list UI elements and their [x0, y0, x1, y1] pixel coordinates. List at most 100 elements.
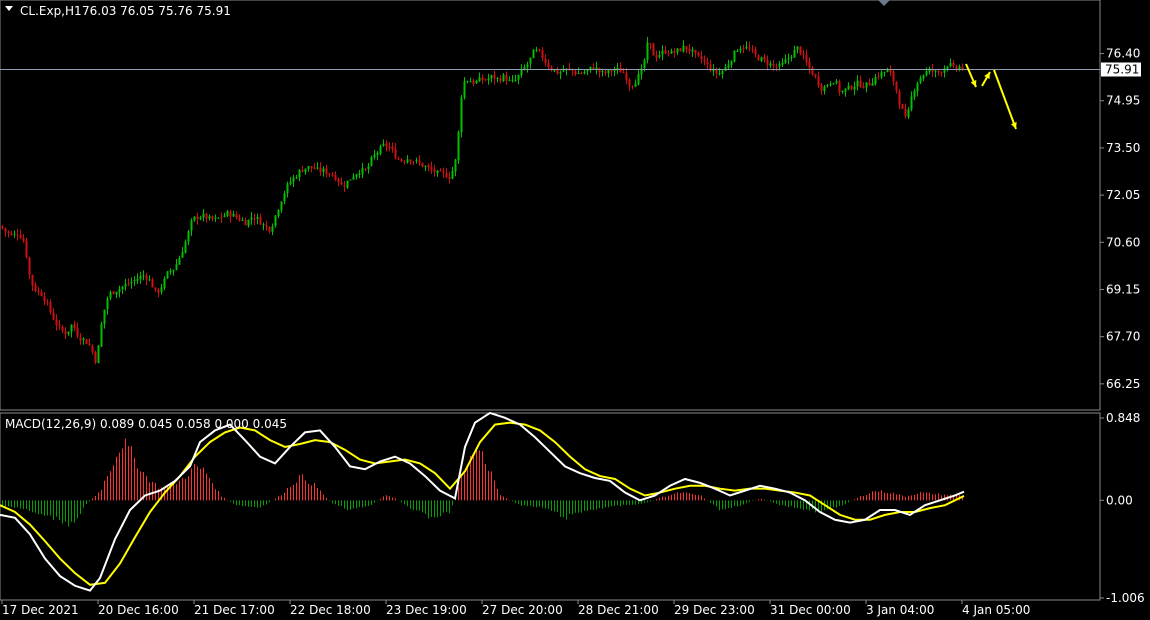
- chart-background: [0, 0, 1150, 620]
- candle-body: [157, 289, 160, 293]
- candle-body: [826, 84, 829, 86]
- candle-body: [142, 275, 145, 277]
- candle-body: [274, 215, 277, 226]
- candle-body: [796, 46, 799, 50]
- candle-body: [427, 165, 430, 168]
- candle-body: [496, 78, 499, 80]
- candle-body: [760, 57, 763, 61]
- candle-body: [478, 77, 481, 82]
- candle-body: [316, 167, 319, 169]
- symbol-label: CL.Exp,H1: [20, 4, 82, 18]
- candle-body: [715, 69, 718, 74]
- candle-body: [883, 72, 886, 74]
- candle-body: [340, 182, 343, 185]
- candle-body: [751, 49, 754, 51]
- candle-body: [790, 57, 793, 59]
- candle-body: [544, 58, 547, 63]
- candle-body: [322, 168, 325, 173]
- candle-body: [913, 90, 916, 98]
- candle-body: [385, 143, 388, 147]
- candle-body: [700, 55, 703, 60]
- candle-body: [490, 75, 493, 79]
- candle-body: [574, 71, 577, 75]
- candle-body: [169, 270, 172, 272]
- time-tick-label: 31 Dec 00:00: [770, 603, 851, 617]
- candle-body: [109, 292, 112, 299]
- candle-body: [622, 71, 625, 73]
- candle-body: [658, 54, 661, 58]
- candle-body: [349, 179, 352, 181]
- candle-body: [352, 176, 355, 180]
- candle-body: [73, 324, 76, 329]
- candle-body: [67, 331, 70, 334]
- candle-body: [484, 79, 487, 81]
- candle-body: [865, 82, 868, 88]
- candle-body: [757, 55, 760, 61]
- candle-body: [646, 42, 649, 60]
- candle-body: [463, 81, 466, 98]
- candle-body: [628, 79, 631, 86]
- candle-body: [304, 168, 307, 173]
- candle-body: [661, 50, 664, 55]
- candle-body: [577, 73, 580, 75]
- candle-body: [442, 171, 445, 173]
- candle-body: [553, 70, 556, 72]
- candle-body: [205, 213, 208, 219]
- candle-body: [91, 345, 94, 352]
- candle-body: [529, 57, 532, 64]
- macd-title: MACD(12,26,9) 0.089 0.045 0.058 0.000 0.…: [5, 417, 287, 431]
- candle-body: [487, 78, 490, 81]
- time-tick-label: 20 Dec 16:00: [98, 603, 179, 617]
- candle-body: [277, 210, 280, 217]
- price-tick-label: 67.70: [1106, 330, 1140, 344]
- trading-chart[interactable]: 76.40 74.95 73.50 72.05 70.60 69.15 67.70 66.25…: [0, 0, 1150, 620]
- candle-body: [637, 74, 640, 85]
- candle-body: [388, 146, 391, 148]
- time-tick-label: 22 Dec 18:00: [290, 603, 371, 617]
- candle-body: [97, 345, 100, 364]
- candle-body: [805, 54, 808, 63]
- candle-body: [403, 161, 406, 163]
- candle-body: [724, 67, 727, 71]
- candle-body: [361, 168, 364, 175]
- candle-body: [13, 233, 16, 235]
- time-tick-label: 28 Dec 21:00: [578, 603, 659, 617]
- candle-body: [919, 77, 922, 83]
- candle-body: [604, 71, 607, 74]
- candle-body: [400, 159, 403, 162]
- candle-body: [670, 50, 673, 54]
- candle-body: [313, 167, 316, 169]
- candle-body: [961, 66, 964, 69]
- candle-body: [901, 104, 904, 109]
- candle-body: [1, 225, 4, 229]
- candle-body: [784, 59, 787, 63]
- candle-body: [859, 80, 862, 87]
- candle-body: [412, 161, 415, 163]
- candle-body: [226, 211, 229, 216]
- candle-body: [46, 301, 49, 303]
- candle-body: [139, 276, 142, 280]
- candle-body: [22, 237, 25, 242]
- candle-body: [799, 46, 802, 54]
- candle-body: [922, 75, 925, 79]
- candle-body: [625, 72, 628, 81]
- candle-body: [808, 61, 811, 68]
- candle-body: [559, 72, 562, 74]
- candle-body: [256, 216, 259, 219]
- candle-body: [667, 53, 670, 55]
- candle-body: [538, 49, 541, 51]
- candle-body: [217, 217, 220, 219]
- candle-body: [475, 80, 478, 84]
- candle-body: [673, 51, 676, 53]
- candle-body: [232, 213, 235, 217]
- candle-body: [916, 83, 919, 92]
- price-tick-label: 73.50: [1106, 141, 1140, 155]
- candle-body: [127, 283, 130, 285]
- candle-body: [37, 291, 40, 293]
- candle-body: [208, 216, 211, 219]
- candle-body: [817, 76, 820, 86]
- time-axis: 17 Dec 2021 20 Dec 16:00 21 Dec 17:00 22 De…: [1, 600, 1030, 617]
- candle-body: [649, 43, 652, 45]
- candle-body: [424, 166, 427, 168]
- candle-body: [364, 168, 367, 170]
